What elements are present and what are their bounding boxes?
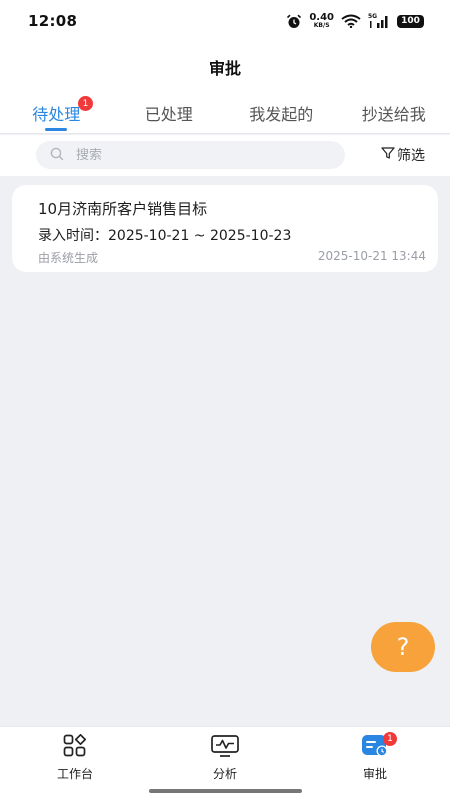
nav-item-analysis[interactable]: 分析: [180, 734, 270, 782]
signal-icon: 5G: [368, 13, 390, 28]
network-speed-unit: KB/S: [313, 22, 330, 29]
nav-item-approval[interactable]: 1 审批: [330, 732, 420, 782]
help-button[interactable]: ?: [371, 622, 435, 672]
approval-timestamp: 2025-10-21 13:44: [317, 249, 426, 263]
approval-period: 录入时间：2025-10-21 ~ 2025-10-23: [38, 228, 292, 244]
help-question-icon: ?: [396, 633, 410, 661]
home-indicator[interactable]: [149, 789, 302, 793]
status-icons: 0.40 KB/S 5G 100: [286, 13, 424, 29]
nav-item-approval-label: 审批: [362, 767, 387, 781]
alarm-icon: [286, 14, 302, 29]
filter-icon: [381, 146, 395, 164]
approval-source: 由系统生成: [38, 251, 99, 265]
search-input[interactable]: [76, 147, 306, 163]
tab-bar: 待处理 1 已处理 我发起的 抄送给我: [0, 92, 450, 134]
tab-pending-badge: 1: [78, 96, 93, 111]
status-bar: 12:08 0.40 KB/S 5G 100: [0, 0, 450, 42]
workbench-grid-icon: [61, 733, 89, 762]
status-time: 12:08: [28, 12, 78, 30]
approval-card[interactable]: 10月济南所客户销售目标 录入时间：2025-10-21 ~ 2025-10-2…: [12, 185, 438, 272]
tab-pending[interactable]: 待处理 1: [0, 92, 113, 133]
tab-pending-label: 待处理: [32, 104, 81, 124]
filter-button[interactable]: 筛选: [381, 145, 425, 165]
tab-cc-to-me-label: 抄送给我: [361, 104, 426, 124]
nav-item-workbench-label: 工作台: [56, 767, 93, 781]
bottom-nav: 工作台 分析 1 审批: [0, 726, 450, 800]
wifi-icon: [341, 14, 361, 28]
search-icon: [50, 146, 76, 165]
search-box[interactable]: [36, 141, 345, 169]
tab-cc-to-me[interactable]: 抄送给我: [338, 92, 450, 133]
tab-processed-label: 已处理: [144, 104, 193, 124]
analysis-monitor-icon: [210, 734, 240, 762]
tab-processed[interactable]: 已处理: [113, 92, 226, 133]
battery-icon: 100: [397, 14, 424, 28]
network-speed: 0.40 KB/S: [309, 13, 334, 29]
nav-item-workbench[interactable]: 工作台: [30, 733, 120, 782]
filter-label: 筛选: [397, 148, 425, 164]
tab-initiated[interactable]: 我发起的: [225, 92, 338, 133]
nav-item-analysis-label: 分析: [212, 767, 237, 781]
app-header: 审批: [0, 42, 450, 92]
approval-title: 10月济南所客户销售目标: [38, 200, 208, 218]
search-row: 筛选: [0, 135, 450, 176]
tab-initiated-label: 我发起的: [249, 104, 314, 124]
nav-item-approval-badge: 1: [383, 732, 397, 746]
approval-footer: 由系统生成 2025-10-21 13:44: [38, 249, 426, 266]
page-title: 审批: [208, 59, 241, 78]
